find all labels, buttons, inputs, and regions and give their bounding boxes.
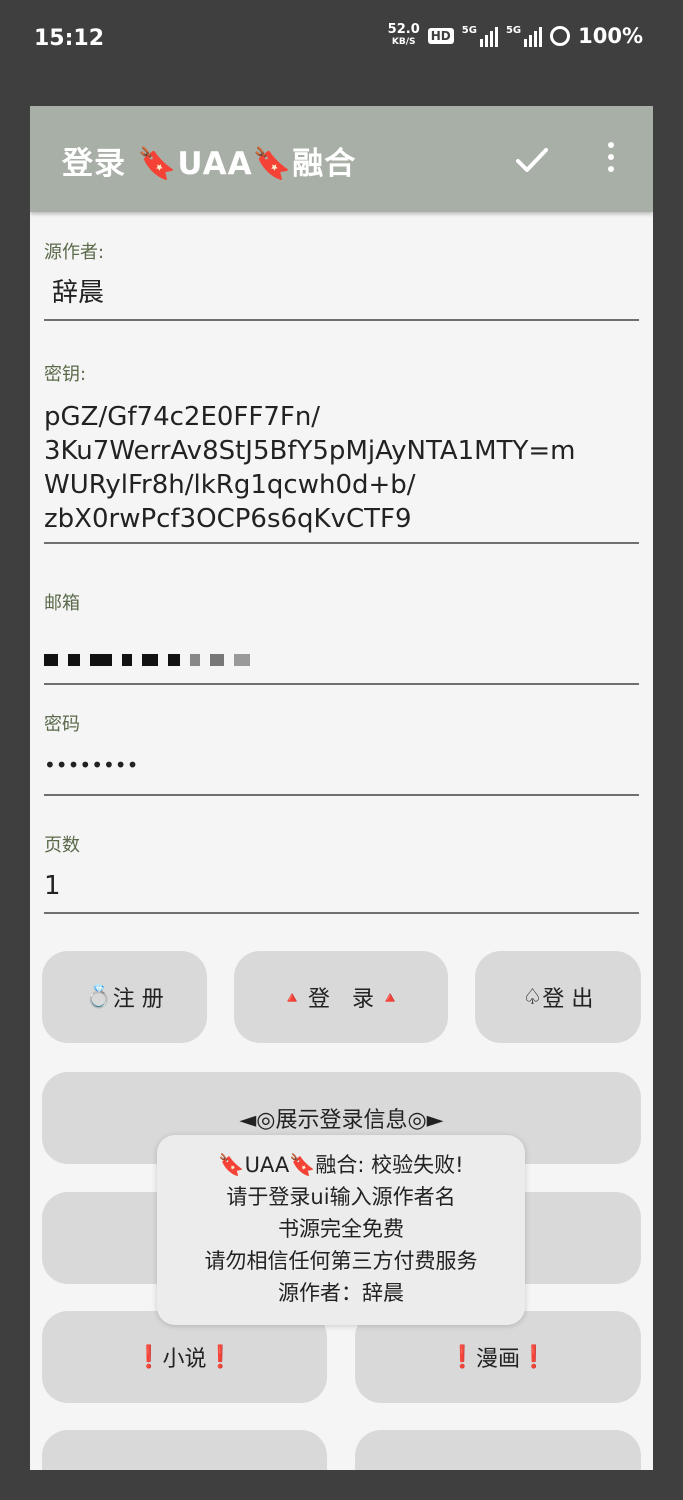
signal-icon-1: 5G [462,25,498,47]
spade-icon: ♤ [522,984,543,1010]
pages-label: 页数 [44,835,80,856]
signal-icon-2: 5G [506,25,543,47]
status-time: 15:12 [34,26,105,51]
triangle-icon: 🔺 [282,987,302,1007]
email-field[interactable]: 邮箱 [44,589,639,685]
partial-button-left[interactable] [42,1430,327,1470]
author-underline [44,319,639,321]
email-underline [44,683,639,685]
email-label: 邮箱 [44,593,80,614]
partial-button-right[interactable] [355,1430,641,1470]
exclamation-icon: ❗ [448,1344,476,1370]
network-speed: 52.0 KB/S [387,22,420,47]
exclamation-icon: ❗ [520,1344,548,1370]
exclamation-icon: ❗ [135,1344,163,1370]
register-button[interactable]: 💍 注 册 [42,951,207,1043]
password-input[interactable]: •••••••• [44,748,639,782]
battery-level: 100% [578,24,643,48]
ring-icon: 💍 [85,984,113,1010]
login-button[interactable]: 🔺 登 录 🔺 [234,951,448,1043]
exclamation-icon: ❗ [206,1344,234,1370]
check-icon[interactable] [514,142,550,178]
secret-label: 密钥: [44,364,87,385]
dialog-title: 登录 🔖UAA🔖融合 [62,146,357,182]
pages-input[interactable]: 1 [44,869,639,903]
password-field[interactable]: 密码 •••••••• [44,710,639,796]
toast-message: 🔖UAA🔖融合: 校验失败! 请于登录ui输入源作者名 书源完全免费 请勿相信任… [157,1135,525,1325]
triangle-icon: 🔺 [380,987,400,1007]
author-label: 源作者: [44,242,105,263]
login-dialog: 登录 🔖UAA🔖融合 源作者: 辞晨 密钥: pGZ/Gf74c2E0FF7Fn… [30,106,653,1470]
password-underline [44,794,639,796]
hd-voice-icon: HD [427,28,454,44]
more-vert-icon[interactable] [604,142,618,178]
battery-icon [550,26,571,46]
pages-field[interactable]: 页数 1 [44,831,639,914]
email-input-masked[interactable] [44,643,639,675]
author-input[interactable]: 辞晨 [52,276,639,310]
logout-button[interactable]: ♤ 登 出 [475,951,641,1043]
status-bar: 15:12 52.0 KB/S HD 5G 5G 100% [0,0,683,84]
secret-underline [44,542,639,544]
author-field[interactable]: 源作者: 辞晨 [44,238,639,321]
pages-underline [44,912,639,914]
password-label: 密码 [44,714,80,735]
status-icons: 52.0 KB/S HD 5G 5G 100% [387,22,643,48]
secret-field[interactable]: 密钥: pGZ/Gf74c2E0FF7Fn/ 3Ku7WerrAv8StJ5Bf… [44,360,639,544]
secret-input[interactable]: pGZ/Gf74c2E0FF7Fn/ 3Ku7WerrAv8StJ5BfY5pM… [44,400,639,536]
dialog-toolbar: 登录 🔖UAA🔖融合 [30,106,653,212]
